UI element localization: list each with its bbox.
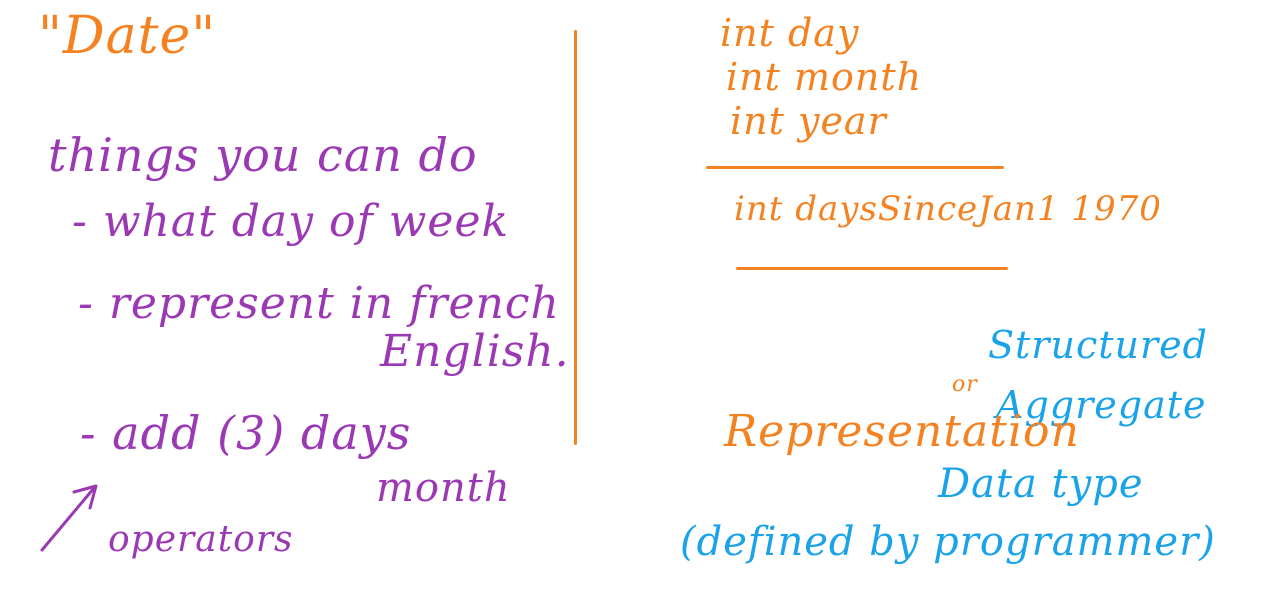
list-item-english: English.: [380, 326, 570, 377]
things-you-can-do-heading: things you can do: [48, 128, 478, 182]
structured-label: Structured: [988, 323, 1208, 367]
field-int-year: int year: [730, 99, 887, 143]
vertical-divider: [574, 30, 577, 445]
date-title: "Date": [38, 6, 217, 66]
representation-label: Representation: [724, 406, 1080, 457]
list-item-represent-french: - represent in french: [78, 278, 560, 329]
arrow-up-right-icon: [40, 484, 98, 552]
field-days-since: int daysSinceJan1 1970: [734, 189, 1162, 229]
data-type-label: Data type: [938, 461, 1144, 507]
field-int-day: int day: [720, 11, 860, 55]
defined-by-programmer-label: (defined by programmer): [680, 519, 1216, 565]
separator-line-bottom: [736, 267, 1008, 270]
or-label: or: [952, 372, 978, 397]
separator-line-top: [706, 166, 1004, 169]
whiteboard-canvas: "Date" things you can do - what day of w…: [0, 0, 1268, 590]
list-item-what-day: - what day of week: [72, 196, 510, 247]
list-item-add-days: - add (3) days: [80, 406, 412, 460]
field-int-month: int month: [726, 55, 923, 99]
operators-label: operators: [108, 519, 294, 560]
list-item-month: month: [376, 465, 511, 511]
